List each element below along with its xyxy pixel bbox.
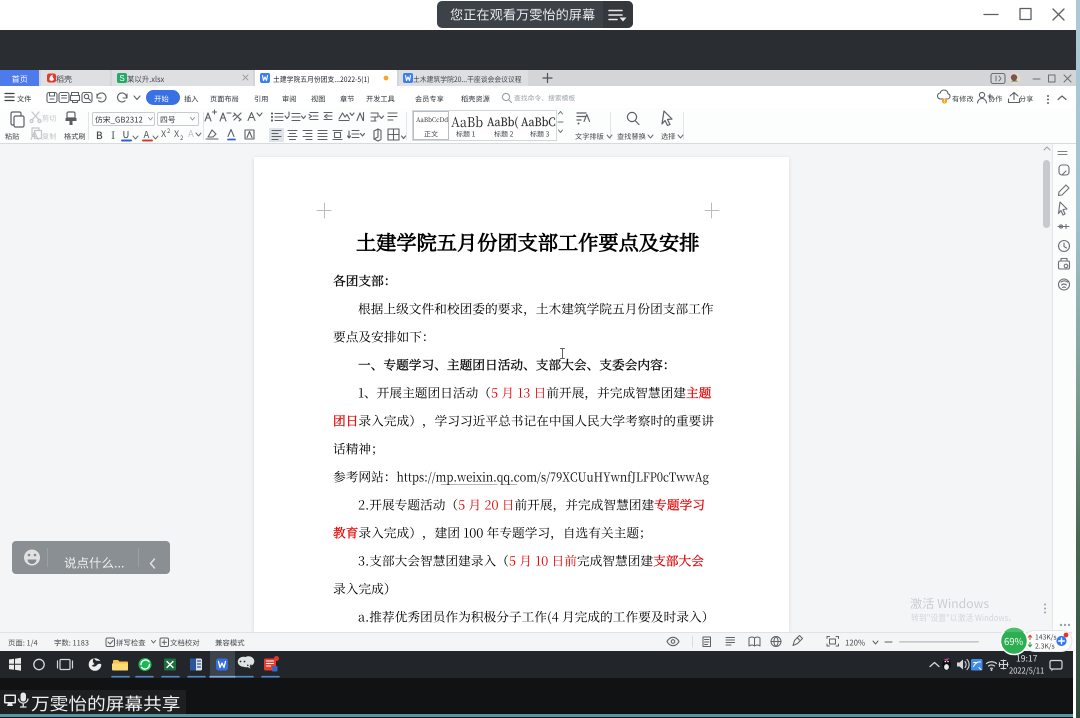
svg-text:S: S — [119, 74, 124, 83]
